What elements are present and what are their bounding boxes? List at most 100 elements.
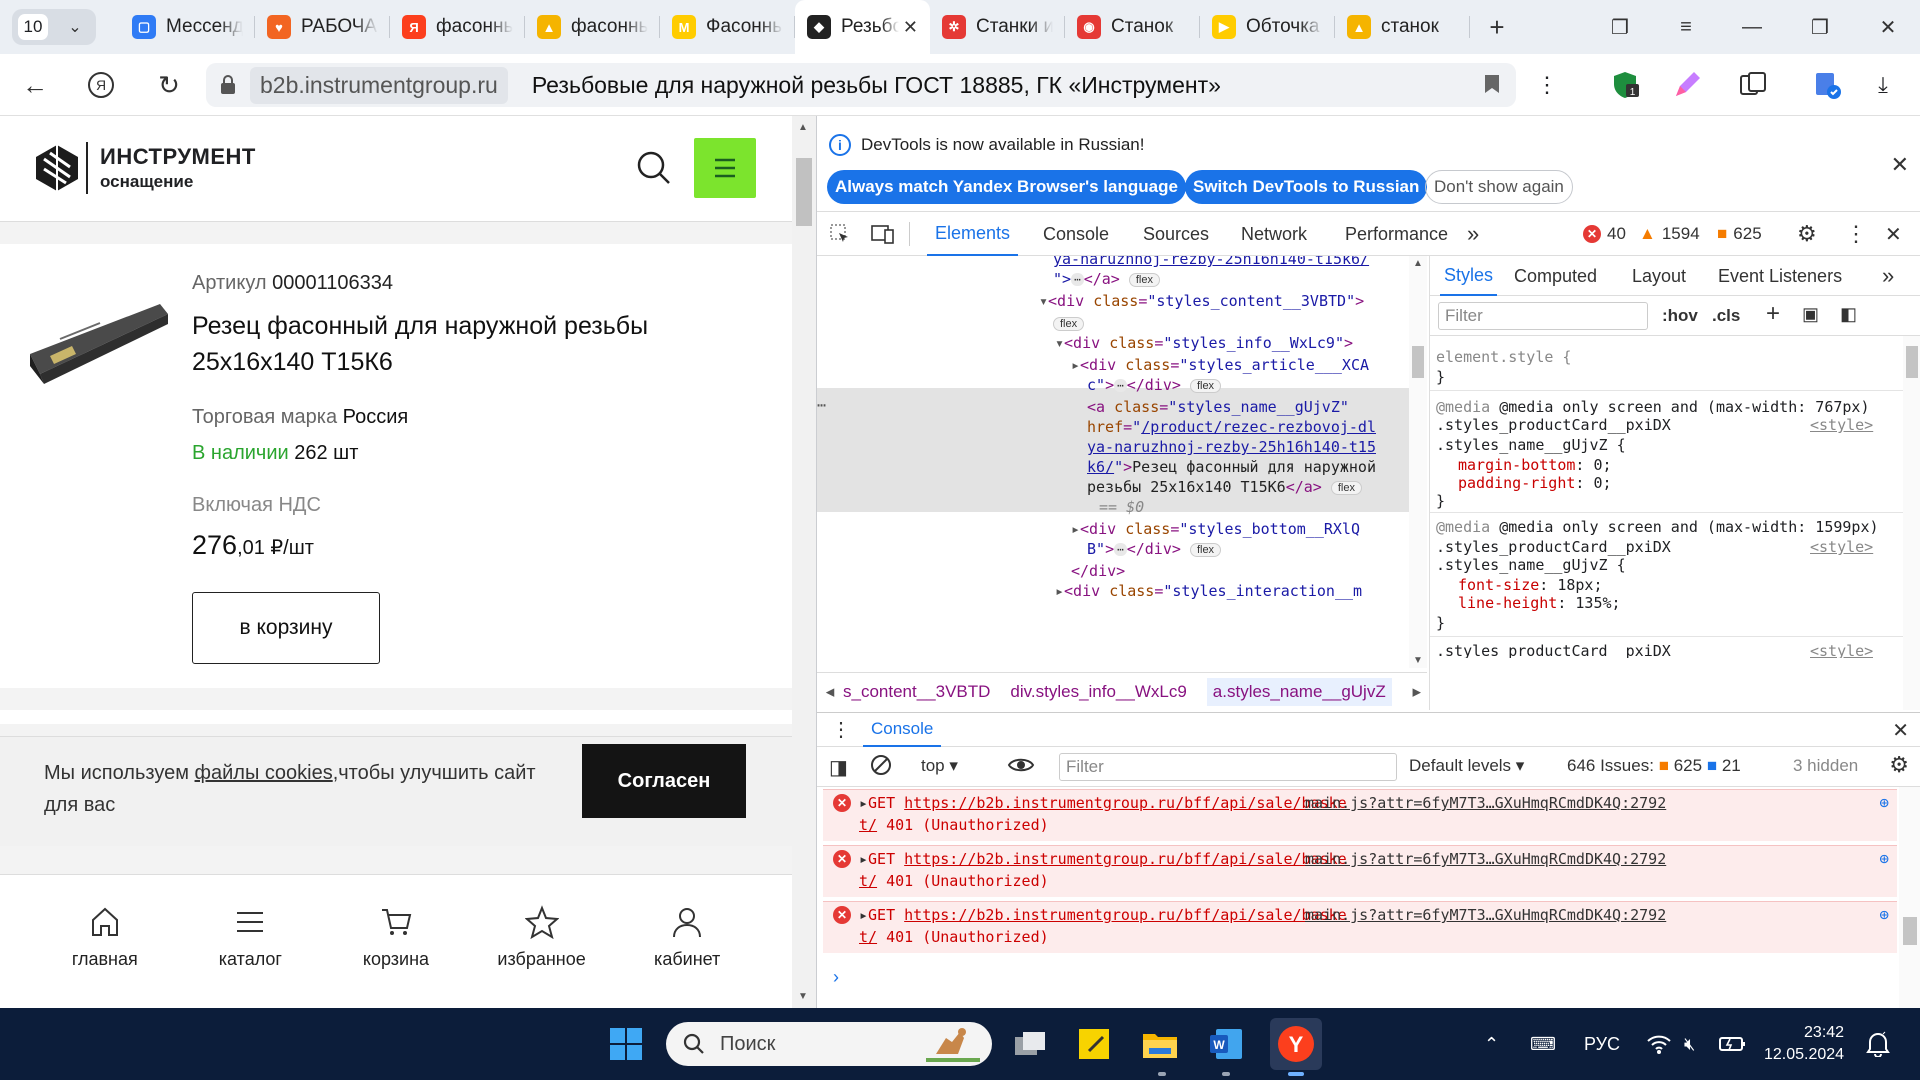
tab-performance[interactable]: Performance (1345, 212, 1448, 256)
request-url-link[interactable]: https://b2b.instrumentgroup.ru/bff/api/s… (904, 794, 1347, 812)
tab-layout[interactable]: Layout (1632, 256, 1686, 296)
crumb-scroll-right-icon[interactable]: ▸ (1412, 682, 1421, 702)
wifi-icon[interactable] (1646, 1008, 1672, 1080)
network-request-icon[interactable]: ⊕ (1879, 849, 1889, 868)
system-clock[interactable]: 23:42 12.05.2024 (1764, 1022, 1844, 1066)
input-language[interactable]: РУС (1584, 1008, 1620, 1080)
match-language-button[interactable]: Always match Yandex Browser's language (827, 170, 1186, 204)
source-link[interactable]: main.js?attr=6fyM7T3…GXuHmqRCmdDK4Q:2792 (1305, 794, 1666, 812)
reload-button[interactable]: ↻ (148, 64, 190, 106)
style-source-link[interactable]: <style> (1810, 416, 1873, 434)
start-button[interactable] (604, 1022, 648, 1066)
crumb-3[interactable]: a.styles_name__gUjvZ (1206, 677, 1392, 706)
site-scrollbar[interactable]: ▲ ▼ (792, 116, 816, 1008)
taskbar-search[interactable]: Поиск (666, 1022, 992, 1066)
tab-styles[interactable]: Styles (1440, 256, 1498, 296)
request-url-link[interactable]: t/ (859, 816, 877, 834)
sidebar-icon[interactable]: ◨ (829, 755, 848, 780)
node-interaction[interactable]: ▸<div class="styles_interaction__m (1055, 582, 1362, 600)
crumb-1[interactable]: s_content__3VBTD (843, 682, 990, 702)
collections-icon[interactable] (1736, 68, 1770, 102)
omnibox[interactable]: b2b.instrumentgroup.ru Резьбовые для нар… (206, 63, 1516, 107)
elements-tree[interactable]: ya-naruzhnoj-rezby-25h16h140-t15k6/ "> ⋯ <… (817, 256, 1413, 668)
battery-icon[interactable] (1718, 1008, 1748, 1080)
console-error-row[interactable]: ✕ ▸GET https://b2b.instrumentgroup.ru/bf… (823, 845, 1897, 897)
word-icon[interactable]: W (1204, 1022, 1248, 1066)
yandex-button[interactable]: Я (80, 64, 122, 106)
more-tabs-icon[interactable]: » (1467, 212, 1479, 256)
request-url-link[interactable]: t/ (859, 872, 877, 890)
source-link[interactable]: main.js?attr=6fyM7T3…GXuHmqRCmdDK4Q:2792 (1305, 906, 1666, 924)
notifications-icon[interactable] (1866, 1008, 1890, 1080)
volume-muted-icon[interactable]: 🔇︎ (1684, 1008, 1695, 1080)
style-source-link[interactable]: <style> (1810, 538, 1873, 556)
error-count[interactable]: ✕ 40 (1583, 212, 1626, 256)
scrollbar-thumb[interactable] (1906, 346, 1918, 378)
browser-tab[interactable]: ▲ фасонный (525, 0, 660, 54)
dont-show-again-button[interactable]: Don't show again (1425, 170, 1573, 204)
request-url-link[interactable]: t/ (859, 928, 877, 946)
tab-network[interactable]: Network (1241, 212, 1307, 256)
tab-counter-button[interactable]: 10 ⌄ (12, 9, 96, 45)
node-selected-a[interactable]: <a class="styles_name__gUjvZ" (1087, 398, 1349, 416)
tab-console[interactable]: Console (1043, 212, 1109, 256)
tab-event-listeners[interactable]: Event Listeners (1718, 256, 1842, 296)
minimize-button[interactable]: — (1722, 0, 1782, 54)
gear-icon[interactable]: ⚙ (1797, 212, 1817, 256)
issues-count[interactable]: ■ 625 (1717, 212, 1762, 256)
node-content[interactable]: ▾<div class="styles_content__3VBTD"> (1039, 292, 1364, 310)
task-view-icon[interactable] (1008, 1022, 1052, 1066)
close-devtools-icon[interactable]: ✕ (1885, 212, 1902, 256)
close-icon[interactable]: ✕ (1891, 152, 1909, 178)
close-drawer-icon[interactable]: ✕ (1892, 718, 1909, 743)
elements-scrollbar[interactable]: ▲ ▼ (1409, 256, 1427, 668)
bookmark-icon[interactable] (1484, 74, 1500, 100)
translate-extension-icon[interactable] (1810, 68, 1844, 102)
node-article[interactable]: ▸<div class="styles_article___XCA (1071, 356, 1369, 374)
tab-elements[interactable]: Elements (927, 212, 1019, 256)
eye-icon[interactable] (1007, 753, 1035, 782)
kebab-menu-icon[interactable]: ⋮ (1845, 212, 1867, 256)
yandex-browser-taskbar-icon[interactable]: Y (1270, 1018, 1322, 1070)
crumb-2[interactable]: div.styles_info__WxLc9 (1010, 682, 1186, 702)
shield-extension-icon[interactable]: 1 (1608, 68, 1642, 102)
nav-cart[interactable]: корзина (336, 875, 456, 1008)
network-request-icon[interactable]: ⊕ (1879, 793, 1889, 812)
styles-filter-input[interactable]: Filter (1438, 302, 1648, 330)
browser-tab[interactable]: ▢ Мессенджер (120, 0, 255, 54)
more-tabs-icon[interactable]: » (1882, 256, 1894, 296)
close-tab-icon[interactable]: ✕ (903, 17, 918, 38)
cls-toggle[interactable]: .cls (1712, 306, 1740, 326)
browser-tab[interactable]: M Фасонный (660, 0, 795, 54)
source-link[interactable]: main.js?attr=6fyM7T3…GXuHmqRCmdDK4Q:2792 (1305, 850, 1666, 868)
search-icon[interactable] (636, 150, 672, 186)
back-button[interactable]: ← (14, 64, 56, 106)
issues-link[interactable]: 646 Issues: ■ 625 ■ 21 (1567, 756, 1741, 776)
drawer-tab-console[interactable]: Console (863, 713, 942, 747)
browser-tab[interactable]: ♥ РАБОЧАЯ (255, 0, 390, 54)
cookie-agree-button[interactable]: Согласен (582, 744, 746, 818)
node-menu-dots[interactable]: ⋯ (817, 396, 826, 414)
browser-tab[interactable]: ▶ Обточка (1200, 0, 1335, 54)
drawer-menu-icon[interactable]: ⋮ (831, 717, 851, 742)
new-rule-icon[interactable]: + (1766, 300, 1780, 328)
nav-catalog[interactable]: каталог (190, 875, 310, 1008)
hov-toggle[interactable]: :hov (1662, 306, 1698, 326)
product-name[interactable]: Резец фасонный для наружной резьбы 25х16… (192, 308, 712, 380)
menu-button[interactable] (694, 138, 756, 198)
sticky-notes-icon[interactable] (1072, 1022, 1116, 1066)
maximize-button[interactable]: ❐ (1790, 0, 1850, 54)
inspect-element-icon[interactable] (829, 212, 851, 256)
paint-icon[interactable]: ▣ (1802, 304, 1819, 325)
browser-tab[interactable]: ◉ Станок (1065, 0, 1200, 54)
log-levels-dropdown[interactable]: Default levels ▾ (1409, 756, 1524, 776)
tray-overflow-icon[interactable]: ⌃ (1484, 1008, 1499, 1080)
tab-computed[interactable]: Computed (1514, 256, 1597, 296)
tab-manager-icon[interactable]: ❐ (1590, 0, 1650, 54)
url-domain[interactable]: b2b.instrumentgroup.ru (250, 66, 508, 104)
chevron-down-icon[interactable]: ⌄ (54, 17, 96, 37)
download-icon[interactable]: ⤓ (1866, 68, 1900, 102)
browser-tab[interactable]: ◆ Резьбовые✕ (795, 0, 930, 54)
scrollbar-thumb[interactable] (796, 158, 812, 226)
new-tab-button[interactable]: + (1480, 10, 1514, 44)
